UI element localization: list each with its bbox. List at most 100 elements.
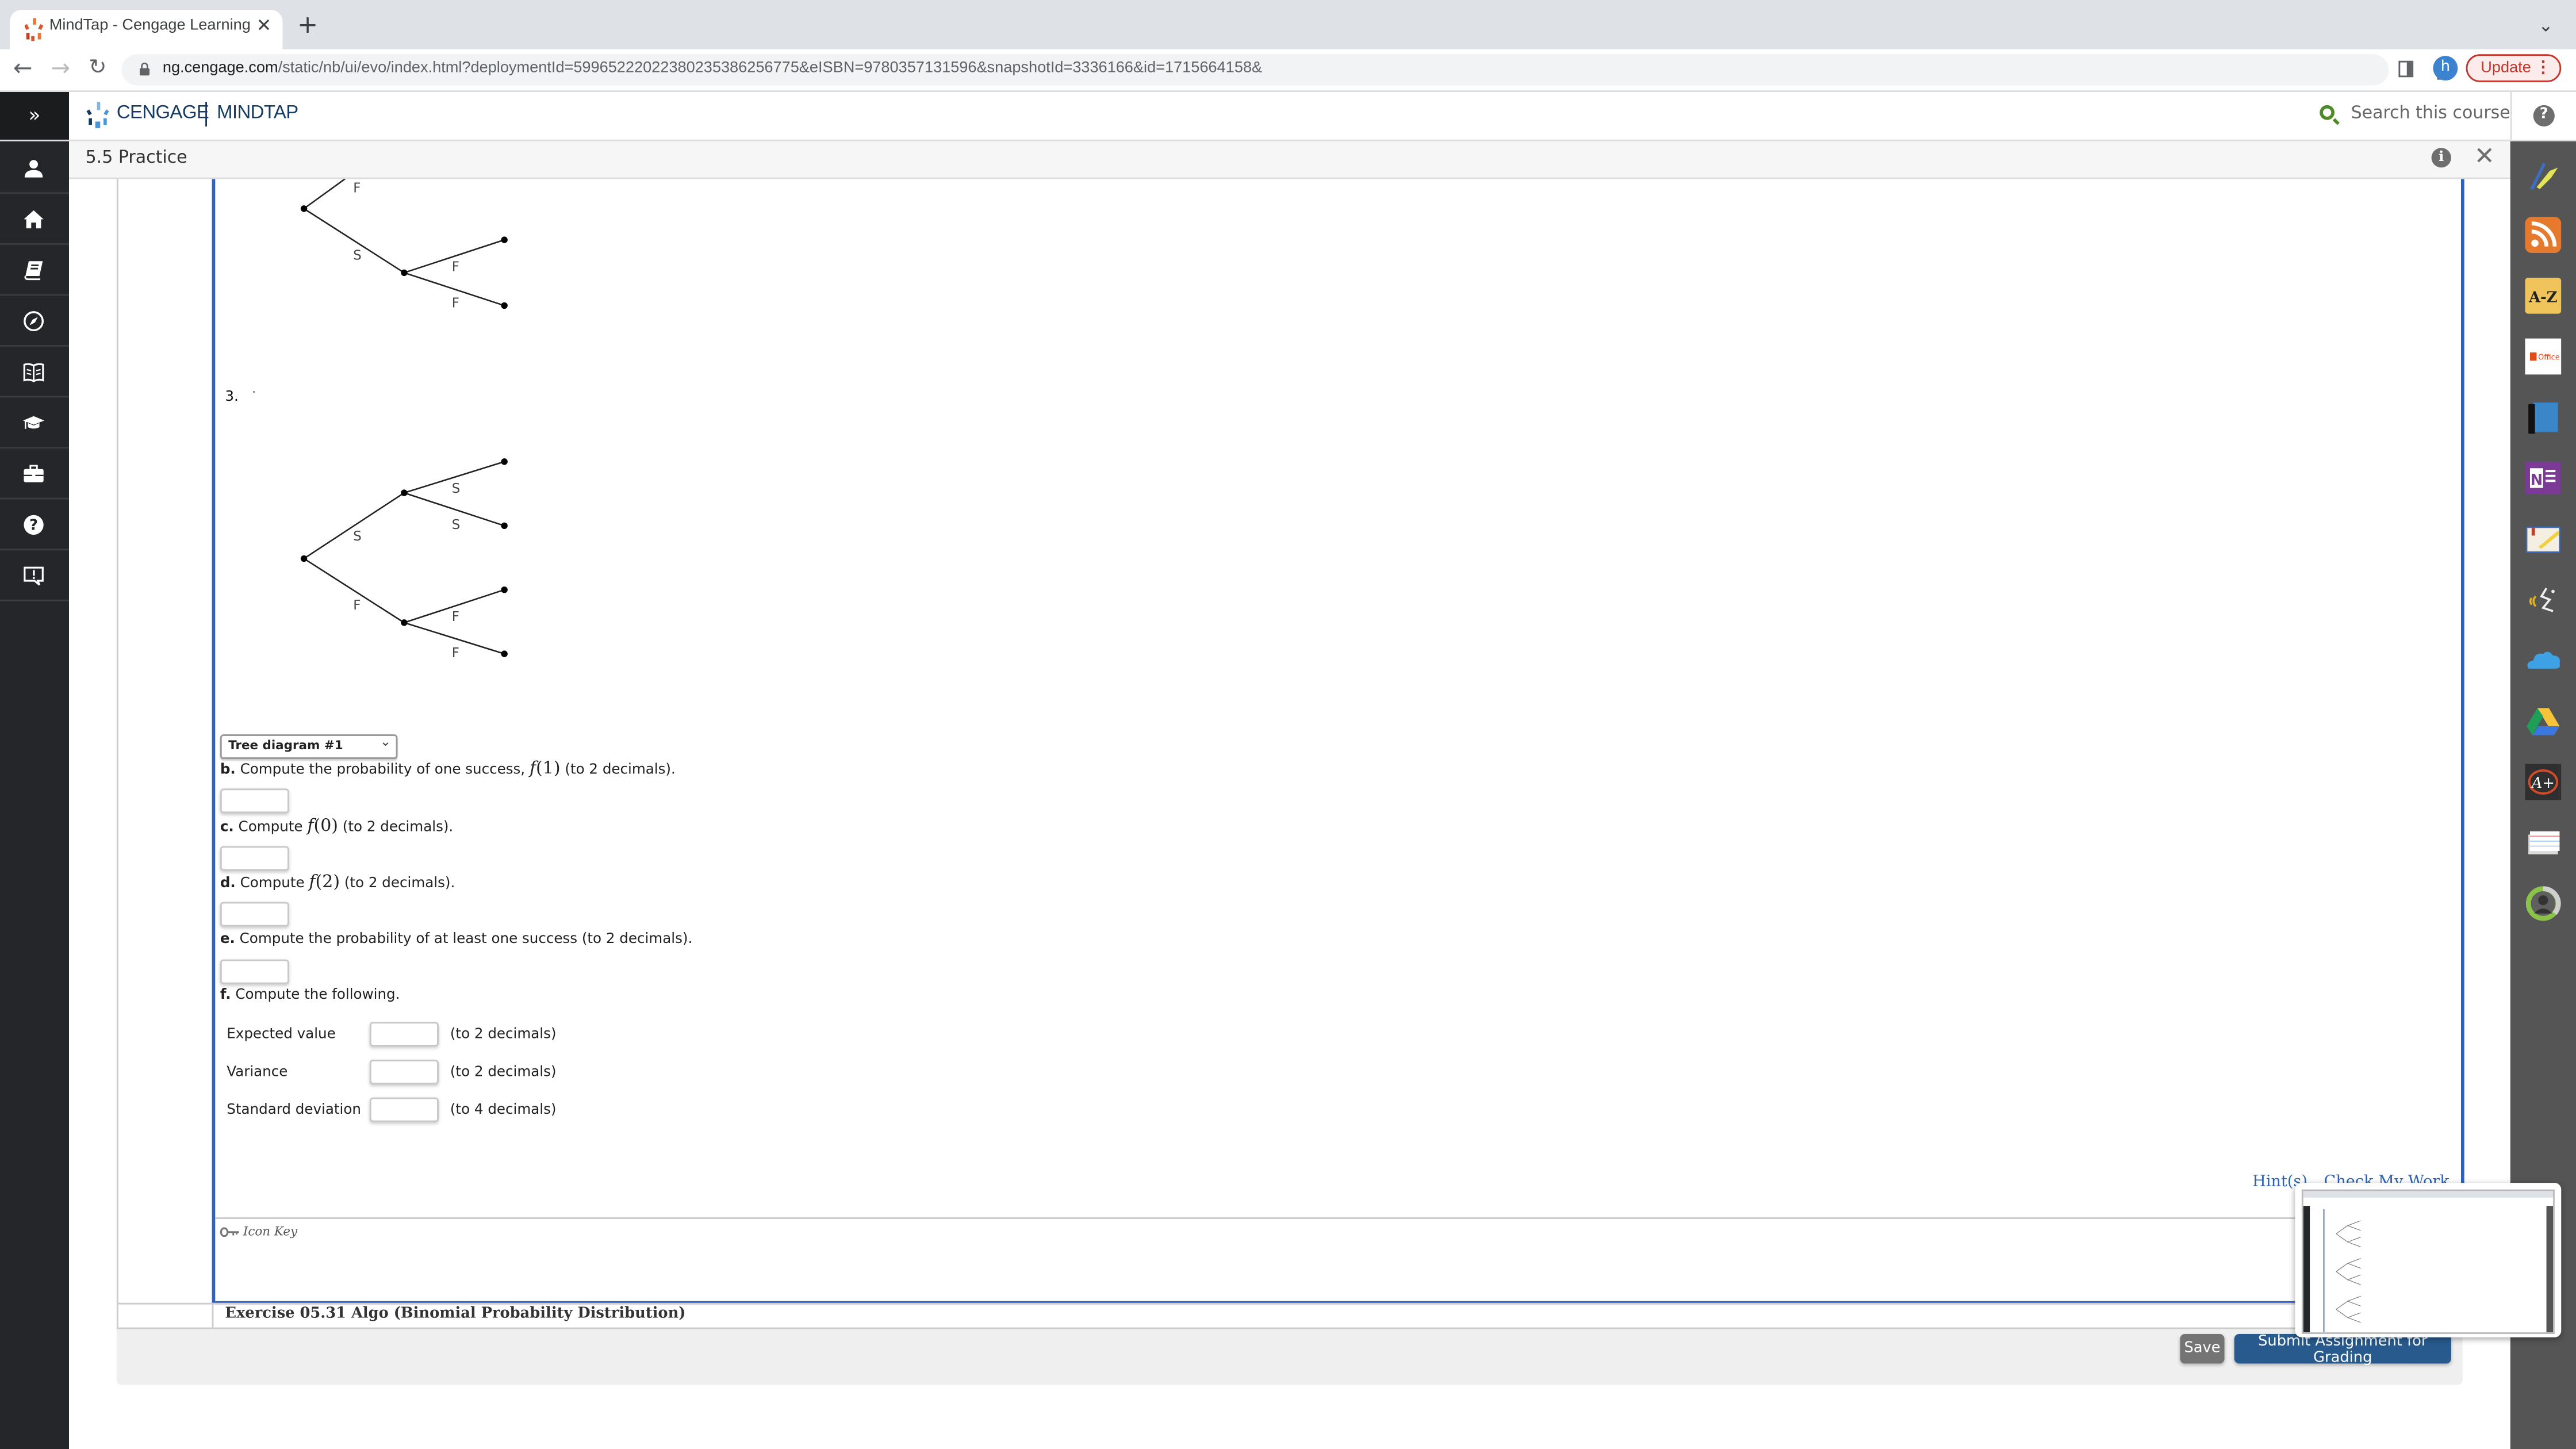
math-fn: f: [529, 759, 536, 779]
thumb-right-rail: [2546, 1206, 2553, 1333]
thumb-tabbar: [2303, 1191, 2553, 1198]
question-part-b: b. Compute the probability of one succes…: [220, 759, 676, 779]
thumbnail-image: [2301, 1189, 2555, 1334]
rail-item-career[interactable]: [0, 448, 69, 500]
new-tab-button[interactable]: +: [297, 12, 318, 38]
brand-separator: [205, 102, 207, 126]
tab-title: MindTap - Cengage Learning: [49, 16, 251, 34]
tree-option-number: 3.: [225, 389, 239, 406]
highlighter-icon[interactable]: [2525, 156, 2561, 192]
kebab-menu-icon[interactable]: ⋮: [2535, 56, 2552, 80]
standard-deviation-label: Standard deviation: [227, 1102, 361, 1119]
divider: [215, 1217, 2462, 1219]
tree-branch: [303, 558, 405, 623]
math-arg: (0): [313, 816, 338, 837]
mindtap-favicon-icon: [24, 18, 44, 41]
tab-list-chevron-icon[interactable]: ⌄: [2538, 15, 2553, 36]
rail-item-readings[interactable]: [0, 245, 69, 296]
submit-assignment-button[interactable]: Submit Assignment for Grading: [2234, 1334, 2451, 1367]
assignment-footer: [116, 1329, 2463, 1385]
url-path: /static/nb/ui/evo/index.html?deploymentI…: [278, 59, 1263, 78]
expected-value-input[interactable]: [369, 1022, 439, 1046]
browser-tab-bar: MindTap - Cengage Learning ✕ + ⌄: [0, 0, 2576, 49]
browser-tab[interactable]: MindTap - Cengage Learning ✕: [10, 10, 283, 49]
rail-item-courses[interactable]: [0, 397, 69, 448]
office-icon[interactable]: Office: [2525, 338, 2562, 375]
tree-branch-label: S: [452, 481, 461, 496]
tree-node: [501, 522, 508, 529]
math-arg: (2): [315, 872, 340, 892]
select-value: Tree diagram #1: [228, 737, 343, 753]
answer-input-d[interactable]: [220, 902, 289, 927]
exercise-title: Exercise 05.31 Algo (Binomial Probabilit…: [225, 1306, 686, 1322]
standard-deviation-input[interactable]: [369, 1097, 439, 1122]
book-icon: [24, 261, 43, 281]
activity-title-bar: 5.5 Practice i ✕: [69, 141, 2510, 179]
math-fn: f: [307, 816, 314, 837]
profile-avatar[interactable]: h: [2433, 56, 2458, 80]
back-arrow-icon[interactable]: ←: [13, 56, 33, 82]
open-book-icon: [23, 363, 44, 382]
update-button[interactable]: Update ⋮: [2466, 54, 2562, 82]
chevron-down-icon: ⌄: [379, 734, 391, 749]
tree-diagram-2-partial: [303, 179, 505, 306]
part-letter: b.: [220, 762, 236, 779]
rail-item-profile[interactable]: [0, 143, 69, 194]
graduation-cap-icon: [23, 416, 45, 429]
part-text: Compute the probability of one success,: [240, 762, 526, 779]
notebook-icon[interactable]: [2525, 521, 2561, 557]
url-bar[interactable]: ng.cengage.com/static/nb/ui/evo/index.ht…: [121, 54, 2491, 86]
radio-placeholder-dot: [253, 391, 255, 393]
index-cards-icon[interactable]: [2525, 825, 2561, 861]
expected-value-label: Expected value: [227, 1026, 336, 1044]
progress-ring-icon[interactable]: [2525, 885, 2561, 922]
svg-text:Office: Office: [2538, 354, 2560, 362]
google-drive-icon[interactable]: [2525, 703, 2561, 739]
reload-icon[interactable]: ↻: [89, 56, 106, 82]
book-blue-icon[interactable]: [2525, 399, 2561, 435]
tree-nodes-3: [300, 458, 508, 657]
a-plus-icon[interactable]: A+: [2525, 764, 2562, 800]
close-icon[interactable]: ✕: [2474, 141, 2495, 171]
tree-node: [401, 619, 408, 626]
icon-key-link[interactable]: Icon Key: [220, 1224, 297, 1239]
tree-branch-label: S: [452, 518, 461, 532]
readspeaker-icon[interactable]: [2525, 581, 2561, 618]
rail-item-home[interactable]: [0, 194, 69, 245]
tree-diagram-select[interactable]: Tree diagram #1 ⌄: [220, 734, 398, 759]
answer-input-e[interactable]: [220, 959, 289, 984]
help-icon[interactable]: ?: [2533, 105, 2555, 126]
lock-icon: [139, 62, 150, 76]
part-text: Compute: [240, 875, 305, 892]
a-z-icon[interactable]: A-Z: [2525, 277, 2562, 314]
tree-branch-label: F: [353, 598, 361, 613]
math-expression: f(1): [530, 759, 561, 779]
tree-branch-label: S: [353, 529, 362, 544]
svg-text:A-Z: A-Z: [2528, 289, 2557, 306]
question-circle-icon: ?: [24, 515, 44, 535]
onedrive-icon[interactable]: [2525, 642, 2561, 678]
expand-rail-icon[interactable]: »: [0, 92, 69, 140]
tab-close-icon[interactable]: ✕: [256, 15, 271, 36]
thumb-frame: [2323, 1209, 2325, 1333]
info-icon[interactable]: i: [2431, 148, 2451, 168]
assignment-table-border: [116, 179, 118, 1329]
onenote-icon[interactable]: N: [2525, 460, 2562, 496]
update-label: Update: [2481, 59, 2531, 78]
answer-input-c[interactable]: [220, 846, 289, 871]
icon-key-label: Icon Key: [243, 1224, 298, 1239]
rail-item-feedback[interactable]: [0, 550, 69, 601]
rail-item-help[interactable]: ?: [0, 500, 69, 551]
answer-input-b[interactable]: [220, 788, 289, 814]
side-panel-icon[interactable]: [2398, 60, 2414, 78]
save-button[interactable]: Save: [2180, 1334, 2225, 1364]
screenshot-thumbnail-preview[interactable]: [2295, 1183, 2562, 1337]
question-frame-border: [2461, 179, 2464, 1303]
rail-item-explore[interactable]: [0, 296, 69, 347]
home-icon: [24, 210, 44, 229]
tree-node: [401, 269, 408, 276]
rail-item-ebook[interactable]: [0, 347, 69, 398]
rss-icon[interactable]: [2525, 217, 2562, 253]
forward-arrow-icon[interactable]: →: [51, 56, 71, 82]
variance-input[interactable]: [369, 1059, 439, 1084]
